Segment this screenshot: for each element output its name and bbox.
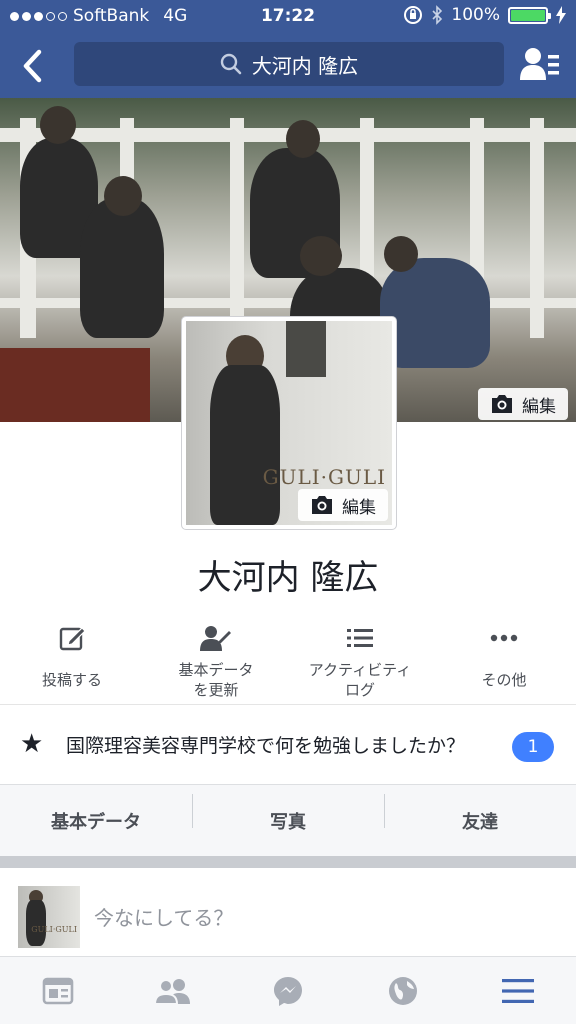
messenger-icon [274, 976, 302, 1006]
status-bar: SoftBank 4G 17:22 100% [0, 0, 576, 32]
cover-edit-label: 編集 [522, 396, 556, 417]
back-chevron-icon[interactable] [14, 46, 54, 86]
update-info-button[interactable]: 基本データを更新 [144, 620, 288, 702]
cover-edit-button[interactable]: 編集 [478, 388, 568, 420]
menu-icon [502, 978, 535, 1003]
activity-log-label: アクティビティログ [308, 661, 412, 699]
profile-actions: 投稿する 基本データを更新 アクティビティログ その他 [0, 620, 576, 702]
profile-name: 大河内 隆広 [197, 558, 379, 598]
tab-friends-requests[interactable] [115, 957, 230, 1024]
battery-percent: 100% [451, 5, 500, 25]
profile-picture[interactable]: GULI·GULI 編集 [181, 316, 397, 530]
update-info-label: 基本データを更新 [178, 661, 254, 699]
post-button[interactable]: 投稿する [0, 620, 144, 702]
globe-icon [389, 976, 418, 1005]
activity-log-button[interactable]: アクティビティログ [288, 620, 432, 702]
tab-about[interactable]: 基本データ [0, 808, 192, 834]
camera-icon [492, 395, 512, 413]
more-label: その他 [481, 671, 527, 689]
news-feed-icon [42, 977, 73, 1004]
bottom-tab-bar [0, 956, 576, 1024]
salon-logo: GULI·GULI [262, 465, 386, 489]
more-icon [490, 634, 518, 642]
section-divider [0, 856, 576, 868]
status-composer[interactable]: GULI·GULI 今なにしてる？ [0, 868, 576, 958]
search-text: 大河内 隆広 [251, 53, 359, 78]
composer-placeholder: 今なにしてる？ [94, 906, 234, 930]
friends-icon [154, 978, 190, 1005]
orientation-lock-icon [404, 6, 423, 24]
search-icon [220, 53, 242, 75]
question-text: 国際理容美容専門学校で何を勉強しましたか？ [66, 735, 466, 757]
composer-avatar: GULI·GULI [18, 886, 80, 948]
charging-icon [556, 6, 566, 24]
battery-icon [508, 6, 551, 24]
bluetooth-icon [432, 5, 443, 25]
tab-menu[interactable] [461, 957, 576, 1024]
profile-edit-label: 編集 [342, 497, 376, 518]
camera-icon [312, 496, 332, 514]
tab-photos[interactable]: 写真 [192, 793, 384, 834]
search-bar[interactable]: 大河内 隆広 [74, 42, 504, 86]
more-button[interactable]: その他 [432, 620, 576, 702]
profile-edit-button[interactable]: 編集 [298, 489, 388, 521]
compose-icon [59, 627, 86, 651]
question-count-badge: 1 [512, 732, 554, 762]
star-icon: ★ [20, 729, 44, 759]
tab-friends[interactable]: 友達 [384, 793, 576, 834]
list-icon [347, 629, 373, 647]
tab-messenger[interactable] [230, 957, 345, 1024]
friend-requests-icon[interactable] [520, 46, 560, 82]
post-label: 投稿する [41, 671, 102, 689]
profile-question[interactable]: ★ 国際理容美容専門学校で何を勉強しましたか？ 1 [0, 704, 576, 784]
edit-profile-icon [200, 626, 231, 651]
tab-news-feed[interactable] [0, 957, 115, 1024]
top-bar: SoftBank 4G 17:22 100% 大河内 隆広 [0, 0, 576, 98]
profile-tabs: 基本データ 写真 友達 [0, 784, 576, 856]
tab-notifications[interactable] [346, 957, 461, 1024]
